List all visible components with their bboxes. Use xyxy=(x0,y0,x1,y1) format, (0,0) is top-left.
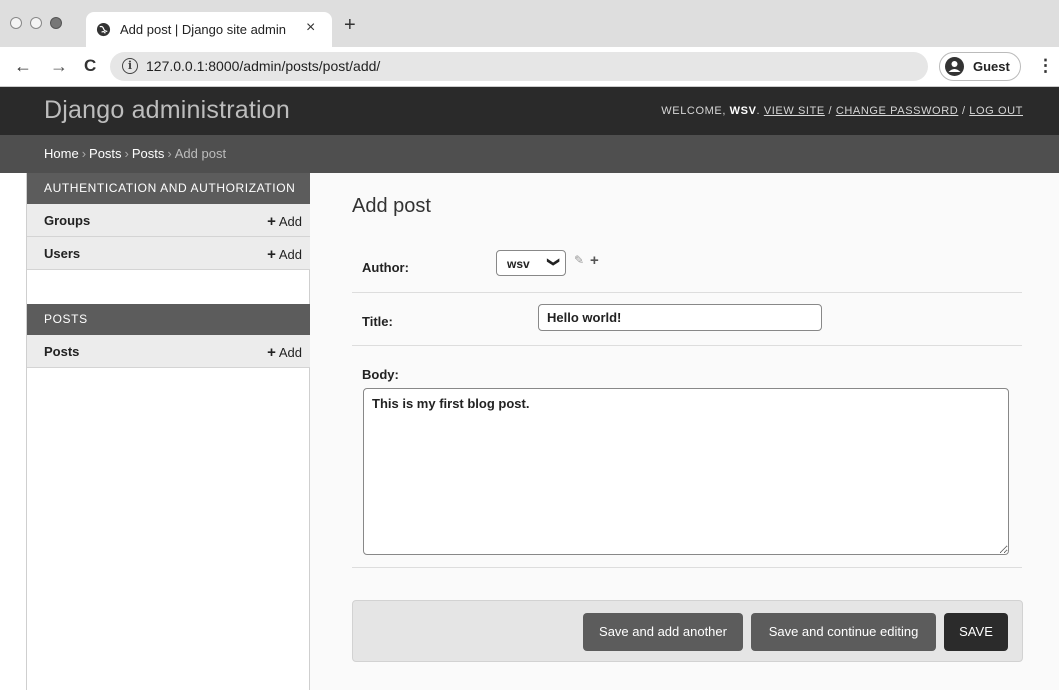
breadcrumb-current: Add post xyxy=(174,146,227,161)
module-caption-auth[interactable]: Authentication and Authorization xyxy=(27,173,310,204)
breadcrumb-home[interactable]: Home xyxy=(44,146,79,161)
author-select[interactable]: wsv ❯ xyxy=(496,250,566,276)
add-posts-link[interactable]: + Add xyxy=(267,344,302,361)
main-content: Add post Author: wsv ❯ ✎ + Title: Body: … xyxy=(310,173,1059,690)
sidebar-item-label[interactable]: Posts xyxy=(44,344,79,359)
sidebar-item-groups[interactable]: Groups + Add xyxy=(27,204,310,237)
browser-toolbar: ← → C i 127.0.0.1:8000/admin/posts/post/… xyxy=(0,47,1059,87)
title-label: Title: xyxy=(362,314,393,329)
pencil-icon[interactable]: ✎ xyxy=(574,253,584,267)
browser-tab-bar: Add post | Django site admin × + xyxy=(0,0,1059,47)
add-groups-link[interactable]: + Add xyxy=(267,213,302,230)
submit-row: Save and add another Save and continue e… xyxy=(352,600,1023,662)
page-title: Add post xyxy=(352,195,431,217)
forward-icon[interactable]: → xyxy=(50,56,68,76)
breadcrumb-app[interactable]: Posts xyxy=(89,146,122,161)
view-site-link[interactable]: View site xyxy=(764,105,825,117)
save-button[interactable]: SAVE xyxy=(944,613,1008,651)
tab-close-icon[interactable]: × xyxy=(306,19,315,37)
breadcrumb: Home › Posts › Posts › Add post xyxy=(0,135,1059,173)
body-textarea[interactable]: This is my first blog post. xyxy=(363,388,1009,555)
title-input[interactable] xyxy=(538,304,822,331)
close-window-button[interactable] xyxy=(10,17,22,29)
tab-title: Add post | Django site admin xyxy=(120,22,286,37)
body-label: Body: xyxy=(362,367,399,382)
sidebar-item-label[interactable]: Users xyxy=(44,246,80,261)
module-caption-posts[interactable]: Posts xyxy=(27,304,310,335)
breadcrumb-model[interactable]: Posts xyxy=(132,146,165,161)
minimize-window-button[interactable] xyxy=(30,17,42,29)
reload-icon[interactable]: C xyxy=(84,56,96,76)
site-branding[interactable]: Django administration xyxy=(44,96,290,125)
browser-tab[interactable]: Add post | Django site admin × xyxy=(86,12,332,47)
add-users-link[interactable]: + Add xyxy=(267,246,302,263)
user-tools: Welcome, wsv. View site / Change passwor… xyxy=(661,105,1023,117)
change-password-link[interactable]: Change password xyxy=(836,105,958,117)
profile-label: Guest xyxy=(973,59,1010,74)
globe-icon xyxy=(96,22,111,37)
log-out-link[interactable]: Log out xyxy=(969,105,1023,117)
sidebar-item-posts[interactable]: Posts + Add xyxy=(27,335,310,368)
sidebar-item-users[interactable]: Users + Add xyxy=(27,237,310,270)
author-label: Author: xyxy=(362,260,409,275)
username: wsv xyxy=(729,105,757,117)
plus-icon: + xyxy=(267,246,276,263)
info-icon[interactable]: i xyxy=(122,58,138,74)
browser-menu-icon[interactable]: ⋮ xyxy=(1037,57,1054,75)
sidebar-item-label[interactable]: Groups xyxy=(44,213,90,228)
author-row: Author: xyxy=(352,239,1022,293)
maximize-window-button[interactable] xyxy=(50,17,62,29)
new-tab-button[interactable]: + xyxy=(344,15,356,35)
admin-header: Django administration Welcome, wsv. View… xyxy=(0,87,1059,135)
nav-sidebar: Authentication and Authorization Groups … xyxy=(26,173,310,690)
plus-icon: + xyxy=(267,213,276,230)
address-bar[interactable]: i 127.0.0.1:8000/admin/posts/post/add/ xyxy=(110,52,928,81)
url-text[interactable]: 127.0.0.1:8000/admin/posts/post/add/ xyxy=(146,58,380,74)
save-and-continue-button[interactable]: Save and continue editing xyxy=(751,613,936,651)
avatar-icon xyxy=(945,57,964,76)
profile-button[interactable]: Guest xyxy=(939,52,1021,81)
plus-icon: + xyxy=(267,344,276,361)
welcome-text: Welcome, xyxy=(661,105,726,117)
chevron-down-icon: ❯ xyxy=(546,256,561,268)
add-related-icon[interactable]: + xyxy=(590,252,599,269)
save-and-add-another-button[interactable]: Save and add another xyxy=(583,613,743,651)
back-icon[interactable]: ← xyxy=(14,56,32,76)
